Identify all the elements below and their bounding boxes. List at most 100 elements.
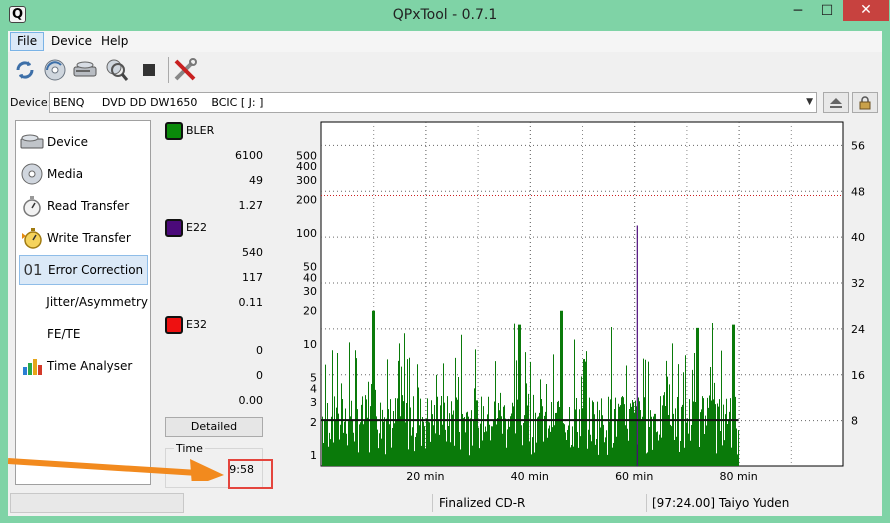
refresh-icon[interactable] <box>12 57 38 83</box>
eject-icon[interactable] <box>72 57 98 83</box>
write-stopwatch-icon <box>19 225 45 251</box>
y-left-tick-label: 2 <box>310 416 317 429</box>
sidebar-item-fe-te[interactable]: FE/TE <box>19 319 148 349</box>
sidebar-item-label: Time Analyser <box>47 359 133 373</box>
stop-icon[interactable] <box>136 57 162 83</box>
stats-panel: BLER 6100 49 1.27 E22 540 117 0.11 E32 0… <box>159 120 267 488</box>
bler-label: BLER <box>186 124 215 137</box>
y-left-tick-label: 10 <box>303 338 317 351</box>
scan-icon[interactable] <box>104 57 130 83</box>
disc-icon <box>19 161 45 187</box>
e32-avg: 0.00 <box>238 394 264 407</box>
y-left-tick-label: 500 <box>296 149 317 162</box>
device-row: Device: BENQ DVD DD DW1650 BCIC [ J: ] ▼ <box>8 91 882 115</box>
menu-device[interactable]: Device <box>45 32 98 51</box>
chart-svg: 20 min 40 min 60 min 80 min 8 16 24 32 40 48 56 1 2 3… <box>296 121 865 483</box>
sidebar-item-media[interactable]: Media <box>19 159 148 189</box>
bler-total: 6100 <box>235 149 263 162</box>
settings-tools-icon[interactable] <box>172 57 198 83</box>
e22-label: E22 <box>186 221 207 234</box>
sidebar: Device Media Read Transfer Write Transfe… <box>15 120 151 485</box>
status-separator <box>646 494 647 512</box>
device-select[interactable]: BENQ DVD DD DW1650 BCIC [ J: ] ▼ <box>49 92 817 113</box>
sidebar-item-device[interactable]: Device <box>19 127 148 157</box>
device-label: Device: <box>10 96 52 109</box>
sidebar-item-label: Jitter/Asymmetry <box>46 295 148 309</box>
y-right-tick-label: 24 <box>851 323 865 336</box>
lock-icon <box>859 95 871 109</box>
menu-file[interactable]: File <box>10 32 45 51</box>
sidebar-item-label: Read Transfer <box>47 199 130 213</box>
close-button[interactable]: ✕ <box>843 0 889 21</box>
lock-button[interactable] <box>852 92 878 113</box>
e32-max: 0 <box>256 369 263 382</box>
y-left-tick-label: 3 <box>310 396 317 409</box>
error-correction-chart: 20 min 40 min 60 min 80 min 8 16 24 32 40 48 56 1 2 3… <box>276 120 870 486</box>
bler-avg: 1.27 <box>238 199 264 212</box>
annotation-arrow-icon <box>8 458 224 481</box>
y-left-tick-label: 30 <box>303 285 317 298</box>
bler-color-swatch <box>165 122 183 140</box>
sidebar-item-jitter-asymmetry[interactable]: Jitter/Asymmetry <box>19 287 148 317</box>
bar-chart-icon <box>19 353 45 379</box>
tray-eject-button[interactable] <box>823 92 849 113</box>
y-right-tick-label: 48 <box>851 185 865 198</box>
toolbar <box>8 53 882 87</box>
sidebar-item-label: Error Correction <box>48 263 144 277</box>
y-left-tick-label: 50 <box>303 261 317 274</box>
y-right-tick-label: 56 <box>851 139 865 152</box>
status-separator <box>432 494 433 512</box>
e22-total: 540 <box>242 246 263 259</box>
sidebar-item-write-transfer[interactable]: Write Transfer <box>19 223 148 253</box>
e22-avg: 0.11 <box>238 296 264 309</box>
sidebar-item-label: Device <box>47 135 89 149</box>
status-disc-type: Finalized CD-R <box>439 496 526 510</box>
client-area: File Device Help Device: BENQ DVD DD DW1… <box>8 31 882 516</box>
sidebar-item-label: Media <box>47 167 84 181</box>
y-left-tick-label: 200 <box>296 194 317 207</box>
sidebar-item-read-transfer[interactable]: Read Transfer <box>19 191 148 221</box>
toolbar-separator <box>168 57 169 83</box>
time-highlight-box <box>228 459 273 489</box>
sidebar-item-label: FE/TE <box>47 327 81 341</box>
progress-bar <box>10 493 184 513</box>
stopwatch-icon <box>19 193 45 219</box>
title-bar[interactable]: Q QPxTool - 0.7.1 ─ ☐ ✕ <box>0 0 890 31</box>
device-select-value: BENQ DVD DD DW1650 BCIC [ J: ] <box>53 96 264 109</box>
e32-label: E32 <box>186 318 207 331</box>
y-left-tick-label: 100 <box>296 227 317 240</box>
window-title: QPxTool - 0.7.1 <box>392 7 498 23</box>
eject-tray-icon <box>830 97 842 108</box>
sidebar-item-time-analyser[interactable]: Time Analyser <box>19 351 148 381</box>
y-right-tick-label: 32 <box>851 277 865 290</box>
e22-max: 117 <box>242 271 263 284</box>
y-right-tick-label: 8 <box>851 415 858 428</box>
y-left-tick-label: 1 <box>310 449 317 462</box>
chevron-down-icon: ▼ <box>806 97 813 107</box>
disc-refresh-icon[interactable] <box>42 57 68 83</box>
detailed-button[interactable]: Detailed <box>165 417 263 437</box>
menu-help[interactable]: Help <box>95 32 134 51</box>
y-left-tick-label: 20 <box>303 305 317 318</box>
minimize-button[interactable]: ─ <box>783 0 813 22</box>
y-left-tick-label: 5 <box>310 372 317 385</box>
drive-icon <box>19 129 45 155</box>
y-right-tick-label: 16 <box>851 369 865 382</box>
x-tick-label: 20 min <box>406 470 444 483</box>
sidebar-item-label: Write Transfer <box>47 231 131 245</box>
y-right-tick-label: 40 <box>851 231 865 244</box>
x-tick-label: 60 min <box>615 470 653 483</box>
sidebar-item-error-correction[interactable]: 01 Error Correction <box>19 255 148 285</box>
e32-total: 0 <box>256 344 263 357</box>
x-tick-label: 80 min <box>719 470 757 483</box>
e22-color-swatch <box>165 219 183 237</box>
status-bar: Finalized CD-R [97:24.00] Taiyo Yuden <box>8 491 882 515</box>
menu-bar: File Device Help <box>8 31 882 52</box>
status-disc-info: [97:24.00] Taiyo Yuden <box>652 496 790 510</box>
binary-icon: 01 <box>23 261 43 279</box>
app-window: Q QPxTool - 0.7.1 ─ ☐ ✕ File Device Help <box>0 0 890 523</box>
x-tick-label: 40 min <box>511 470 549 483</box>
bler-max: 49 <box>249 174 263 187</box>
e32-color-swatch <box>165 316 183 334</box>
maximize-button[interactable]: ☐ <box>812 0 842 22</box>
